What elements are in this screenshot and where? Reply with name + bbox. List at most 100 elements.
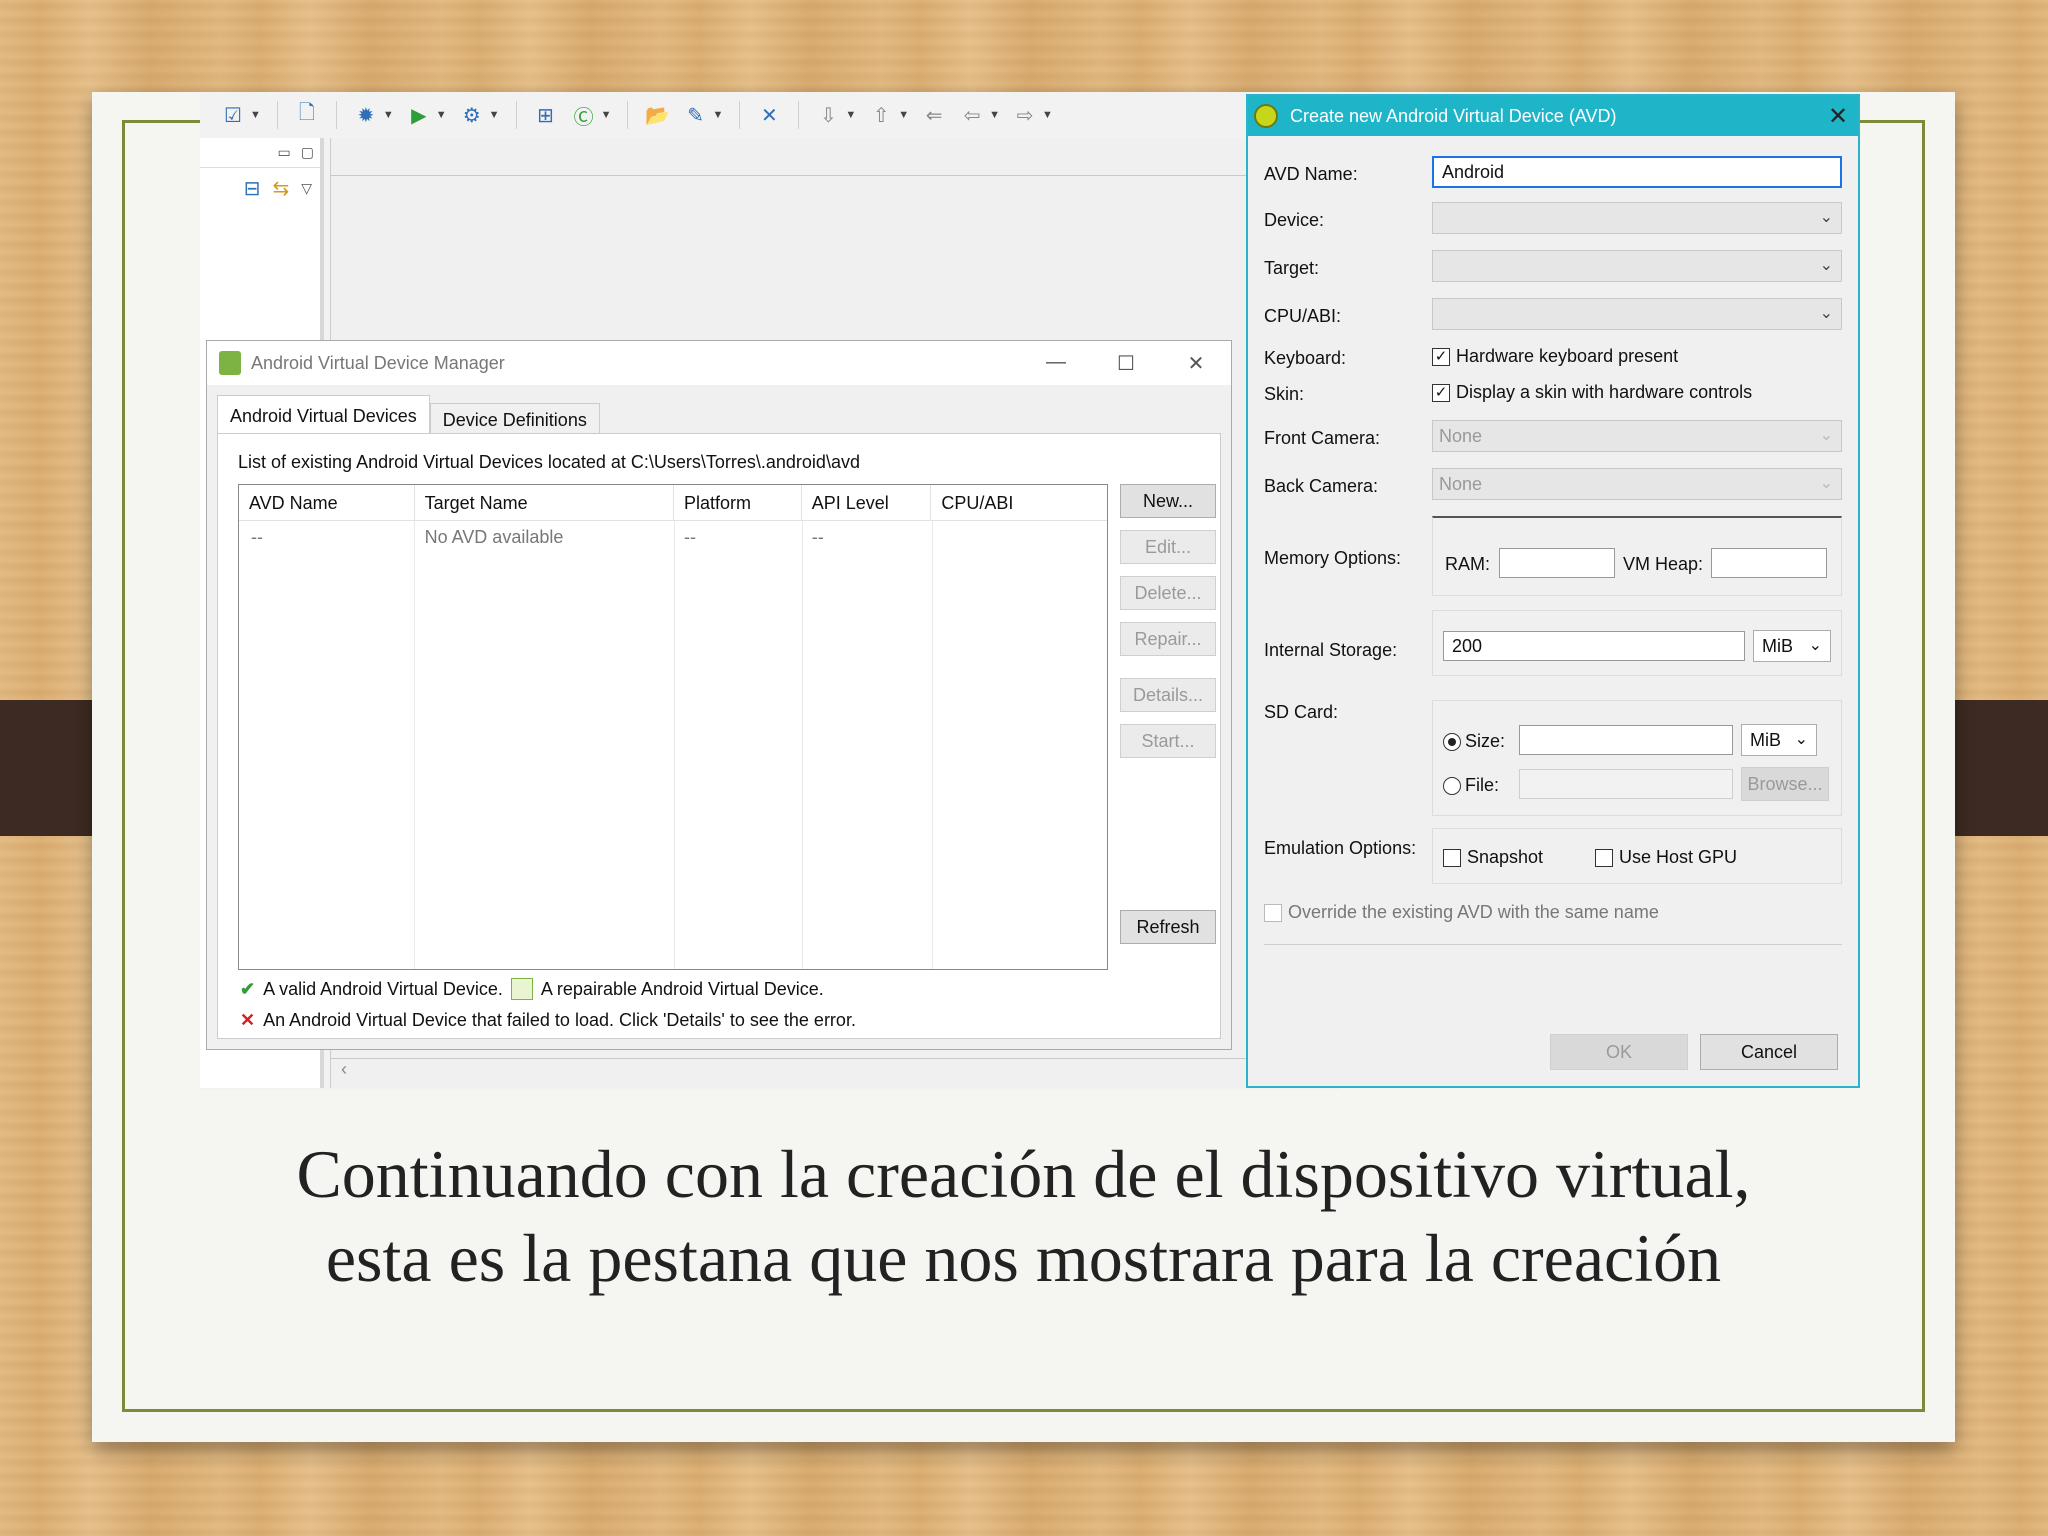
forward-icon[interactable]: ⇨: [1012, 102, 1038, 128]
next-annotation-icon[interactable]: ⇩: [815, 102, 841, 128]
view-menu-icon[interactable]: ▽: [301, 180, 312, 197]
delete-button[interactable]: Delete...: [1120, 576, 1216, 610]
view-toolbar: ⊟ ⇆ ▽: [200, 168, 320, 208]
details-button[interactable]: Details...: [1120, 678, 1216, 712]
repair-icon: [510, 978, 533, 1000]
override-checkbox[interactable]: [1264, 904, 1282, 923]
minimize-icon[interactable]: —: [1021, 351, 1091, 376]
sd-card-label: SD Card:: [1264, 702, 1339, 722]
tab-android-virtual-devices[interactable]: Android Virtual Devices: [217, 395, 430, 435]
sd-file-input[interactable]: [1519, 769, 1733, 799]
collapse-all-icon[interactable]: ⊟: [244, 176, 261, 201]
keyboard-option: Hardware keyboard present: [1456, 346, 1679, 366]
dropdown-icon[interactable]: ▼: [383, 109, 394, 121]
dropdown-icon[interactable]: ▼: [436, 109, 447, 121]
device-select[interactable]: ⌄: [1432, 202, 1842, 234]
back-camera-label: Back Camera:: [1264, 476, 1379, 496]
override-checkbox-row[interactable]: Override the existing AVD with the same …: [1264, 902, 1659, 923]
edit-button[interactable]: Edit...: [1120, 530, 1216, 564]
pin-icon[interactable]: ✕: [756, 102, 782, 128]
window-buttons: — ☐ ✕: [1021, 351, 1231, 376]
horizontal-scrollbar[interactable]: ‹: [331, 1058, 1340, 1088]
toolbar-separator: [627, 101, 629, 129]
host-gpu-checkbox-row[interactable]: Use Host GPU: [1595, 847, 1737, 868]
memory-options-group: RAM: VM Heap:: [1432, 516, 1842, 596]
skin-checkbox[interactable]: ✓: [1432, 384, 1450, 403]
run-icon[interactable]: ▶: [406, 102, 432, 128]
start-button[interactable]: Start...: [1120, 724, 1216, 758]
search-icon[interactable]: ✎: [682, 102, 708, 128]
repair-button[interactable]: Repair...: [1120, 622, 1216, 656]
toolbar-separator: [739, 101, 741, 129]
avd-manager-title: Android Virtual Device Manager: [251, 352, 505, 373]
cancel-button[interactable]: Cancel: [1700, 1034, 1838, 1070]
column-avd-name[interactable]: AVD Name: [239, 485, 415, 520]
skin-checkbox-row[interactable]: ✓ Display a skin with hardware controls: [1432, 382, 1752, 403]
new-file-icon[interactable]: 🗋: [294, 102, 320, 128]
internal-storage-label: Internal Storage:: [1264, 640, 1398, 660]
new-package-icon[interactable]: ⊞: [533, 102, 559, 128]
back-icon[interactable]: ⇦: [959, 102, 985, 128]
sd-size-input[interactable]: [1519, 725, 1733, 755]
keyboard-checkbox-row[interactable]: ✓ Hardware keyboard present: [1432, 346, 1678, 367]
toolbar-separator: [798, 101, 800, 129]
link-editor-icon[interactable]: ⇆: [272, 176, 289, 201]
new-button[interactable]: New...: [1120, 484, 1216, 518]
dropdown-icon[interactable]: ▼: [989, 109, 1000, 121]
dropdown-icon[interactable]: ▼: [1042, 109, 1053, 121]
legend-failed: An Android Virtual Device that failed to…: [263, 1010, 856, 1030]
editor-tab-row: [331, 138, 1340, 176]
sd-size-radio-row[interactable]: Size:: [1443, 731, 1505, 752]
vm-heap-label: VM Heap:: [1623, 554, 1704, 574]
target-select[interactable]: ⌄: [1432, 250, 1842, 282]
avd-name-input[interactable]: Android: [1432, 156, 1842, 188]
external-tools-icon[interactable]: ⚙: [459, 102, 485, 128]
column-cpu-abi[interactable]: CPU/ABI: [931, 485, 1107, 520]
sd-size-unit-select[interactable]: MiB ⌄: [1741, 724, 1817, 756]
refresh-button[interactable]: Refresh: [1120, 910, 1216, 944]
sd-size-label: Size:: [1465, 731, 1506, 751]
prev-annotation-icon[interactable]: ⇧: [868, 102, 894, 128]
sd-file-radio[interactable]: [1443, 777, 1461, 796]
create-avd-title: Create new Android Virtual Device (AVD): [1290, 105, 1617, 126]
maximize-icon[interactable]: ☐: [1091, 351, 1161, 376]
host-gpu-checkbox[interactable]: [1595, 849, 1613, 868]
front-camera-select[interactable]: None ⌄: [1432, 420, 1842, 452]
cell-avd-name: --: [251, 527, 263, 547]
checkbox-icon[interactable]: ☑: [220, 102, 246, 128]
minimize-icon[interactable]: ▭: [278, 144, 291, 161]
dropdown-icon[interactable]: ▼: [845, 109, 856, 121]
column-target-name[interactable]: Target Name: [415, 485, 674, 520]
back-camera-select[interactable]: None ⌄: [1432, 468, 1842, 500]
table-row[interactable]: -- No AVD available -- --: [239, 521, 1107, 553]
close-icon[interactable]: ✕: [1161, 351, 1231, 376]
internal-storage-group: 200 MiB ⌄: [1432, 610, 1842, 676]
browse-button[interactable]: Browse...: [1741, 767, 1829, 801]
column-api-level[interactable]: API Level: [802, 485, 932, 520]
sd-file-radio-row[interactable]: File:: [1443, 775, 1499, 796]
ram-input[interactable]: [1499, 548, 1615, 578]
chevron-down-icon: ⌄: [1808, 637, 1822, 654]
snapshot-checkbox[interactable]: [1443, 849, 1461, 868]
emulation-options-group: Snapshot Use Host GPU: [1432, 828, 1842, 884]
cpu-abi-select[interactable]: ⌄: [1432, 298, 1842, 330]
maximize-icon[interactable]: ▢: [301, 144, 314, 161]
snapshot-checkbox-row[interactable]: Snapshot: [1443, 847, 1543, 868]
dropdown-icon[interactable]: ▼: [898, 109, 909, 121]
sd-size-radio[interactable]: [1443, 733, 1461, 752]
internal-storage-input[interactable]: 200: [1443, 631, 1745, 661]
open-folder-icon[interactable]: 📂: [644, 102, 670, 128]
close-icon[interactable]: ✕: [1818, 102, 1858, 131]
ok-button[interactable]: OK: [1550, 1034, 1688, 1070]
dropdown-icon[interactable]: ▼: [489, 109, 500, 121]
keyboard-checkbox[interactable]: ✓: [1432, 348, 1450, 367]
vm-heap-input[interactable]: [1711, 548, 1827, 578]
dropdown-icon[interactable]: ▼: [601, 109, 612, 121]
dropdown-icon[interactable]: ▼: [250, 109, 261, 121]
new-class-icon[interactable]: Ⓒ: [571, 102, 597, 129]
internal-storage-unit-select[interactable]: MiB ⌄: [1753, 630, 1831, 662]
last-edit-icon[interactable]: ⇐: [921, 102, 947, 128]
column-platform[interactable]: Platform: [674, 485, 802, 520]
dropdown-icon[interactable]: ▼: [712, 109, 723, 121]
debug-icon[interactable]: ✹: [353, 102, 379, 128]
